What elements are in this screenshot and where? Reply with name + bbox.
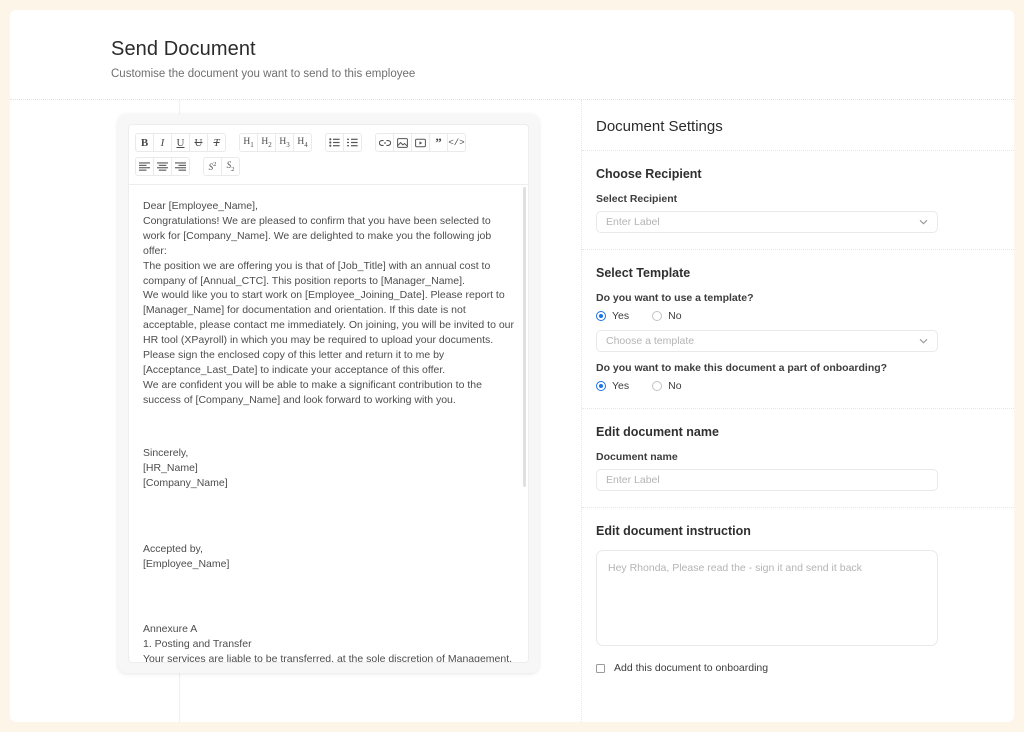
- label-onboarding-question: Do you want to make this document a part…: [596, 362, 939, 374]
- underline-icon[interactable]: U: [171, 133, 190, 152]
- chevron-down-icon: [919, 337, 928, 346]
- editor-inner: B I U U T H1 H2 H3 H4: [128, 124, 529, 663]
- radio-option-use-template-no[interactable]: No: [652, 310, 681, 322]
- toolbar-group-script: S2 S2: [203, 157, 239, 176]
- radio-label-no: No: [668, 310, 681, 322]
- editor-scrollbar[interactable]: [523, 187, 526, 487]
- video-icon[interactable]: [411, 133, 430, 152]
- section-edit-document-name: Edit document name Document name Enter L…: [582, 409, 1014, 508]
- align-center-icon[interactable]: [153, 157, 172, 176]
- toolbar-row-1: B I U U T H1 H2 H3 H4: [135, 133, 522, 152]
- body-split: B I U U T H1 H2 H3 H4: [10, 100, 1014, 722]
- editor-content-area[interactable]: Dear [Employee_Name], Congratulations! W…: [129, 185, 528, 662]
- toolbar-group-headings: H1 H2 H3 H4: [239, 133, 311, 152]
- radio-use-template-no[interactable]: [652, 311, 662, 321]
- blockquote-icon[interactable]: ”: [429, 133, 448, 152]
- toolbar-group-insert: ” </>: [375, 133, 465, 152]
- toolbar-group-align: [135, 157, 189, 176]
- settings-panel-header: Document Settings: [582, 100, 1014, 151]
- subscript-icon[interactable]: S2: [221, 157, 240, 176]
- heading-1-icon[interactable]: H1: [239, 133, 258, 152]
- document-spacer: [143, 408, 514, 446]
- settings-panel-title: Document Settings: [596, 118, 723, 135]
- radio-group-onboarding: Yes No: [596, 380, 939, 392]
- heading-2-icon[interactable]: H2: [257, 133, 276, 152]
- section-edit-document-instruction: Edit document instruction Hey Rhonda, Pl…: [582, 508, 1014, 690]
- document-annexure-block: Annexure A 1. Posting and Transfer Your …: [143, 622, 514, 662]
- superscript-icon[interactable]: S2: [203, 157, 222, 176]
- add-to-onboarding-label: Add this document to onboarding: [614, 662, 768, 674]
- document-name-placeholder: Enter Label: [606, 474, 660, 486]
- choose-template-dropdown[interactable]: Choose a template: [596, 330, 938, 352]
- page-header: Send Document Customise the document you…: [10, 10, 1014, 100]
- radio-group-use-template: Yes No: [596, 310, 939, 322]
- numbered-list-icon[interactable]: [343, 133, 362, 152]
- radio-onboarding-yes[interactable]: [596, 381, 606, 391]
- select-recipient-value: Enter Label: [606, 216, 660, 228]
- label-use-template-question: Do you want to use a template?: [596, 292, 939, 304]
- heading-4-icon[interactable]: H4: [293, 133, 312, 152]
- align-left-icon[interactable]: [135, 157, 154, 176]
- document-name-input[interactable]: Enter Label: [596, 469, 938, 491]
- link-icon[interactable]: [375, 133, 394, 152]
- toolbar-group-lists: [325, 133, 361, 152]
- bold-icon[interactable]: B: [135, 133, 154, 152]
- radio-option-onboarding-yes[interactable]: Yes: [596, 380, 629, 392]
- strikethrough-icon[interactable]: U: [189, 133, 208, 152]
- document-instruction-placeholder: Hey Rhonda, Please read the - sign it an…: [608, 562, 862, 574]
- add-to-onboarding-checkbox[interactable]: [596, 664, 605, 673]
- add-to-onboarding-checkbox-row[interactable]: Add this document to onboarding: [596, 662, 939, 674]
- radio-use-template-yes[interactable]: [596, 311, 606, 321]
- choose-template-value: Choose a template: [606, 335, 694, 347]
- image-icon[interactable]: [393, 133, 412, 152]
- section-title-choose-recipient: Choose Recipient: [596, 167, 939, 181]
- document-spacer: [143, 572, 514, 622]
- radio-label-yes: Yes: [612, 380, 629, 392]
- document-spacer: [143, 490, 514, 542]
- radio-option-use-template-yes[interactable]: Yes: [596, 310, 629, 322]
- select-recipient-dropdown[interactable]: Enter Label: [596, 211, 938, 233]
- section-choose-recipient: Choose Recipient Select Recipient Enter …: [582, 151, 1014, 250]
- label-select-recipient: Select Recipient: [596, 193, 939, 205]
- italic-icon[interactable]: I: [153, 133, 172, 152]
- section-title-edit-document-name: Edit document name: [596, 425, 939, 439]
- chevron-down-icon: [919, 218, 928, 227]
- radio-label-yes: Yes: [612, 310, 629, 322]
- code-block-icon[interactable]: </>: [447, 133, 466, 152]
- section-select-template: Select Template Do you want to use a tem…: [582, 250, 1014, 409]
- document-editor-pane: B I U U T H1 H2 H3 H4: [10, 100, 582, 722]
- radio-label-no: No: [668, 380, 681, 392]
- toolbar-row-2: S2 S2: [135, 157, 522, 176]
- document-body-paragraph-1: Dear [Employee_Name], Congratulations! W…: [143, 199, 514, 408]
- section-title-edit-document-instruction: Edit document instruction: [596, 524, 939, 538]
- radio-onboarding-no[interactable]: [652, 381, 662, 391]
- align-right-icon[interactable]: [171, 157, 190, 176]
- document-acceptance-block: Accepted by, [Employee_Name]: [143, 542, 514, 572]
- toolbar-group-text-style: B I U U T: [135, 133, 225, 152]
- page-subtitle: Customise the document you want to send …: [111, 68, 1014, 80]
- section-title-select-template: Select Template: [596, 266, 939, 280]
- radio-option-onboarding-no[interactable]: No: [652, 380, 681, 392]
- clear-format-icon[interactable]: T: [207, 133, 226, 152]
- app-window: Send Document Customise the document you…: [10, 10, 1014, 722]
- heading-3-icon[interactable]: H3: [275, 133, 294, 152]
- editor-card: B I U U T H1 H2 H3 H4: [118, 114, 539, 673]
- bulleted-list-icon[interactable]: [325, 133, 344, 152]
- label-document-name: Document name: [596, 451, 939, 463]
- document-instruction-textarea[interactable]: Hey Rhonda, Please read the - sign it an…: [596, 550, 938, 646]
- document-signature-block: Sincerely, [HR_Name] [Company_Name]: [143, 446, 514, 491]
- page-title: Send Document: [111, 38, 1014, 61]
- editor-toolbar: B I U U T H1 H2 H3 H4: [129, 125, 528, 185]
- document-settings-pane: Document Settings Choose Recipient Selec…: [582, 100, 1014, 722]
